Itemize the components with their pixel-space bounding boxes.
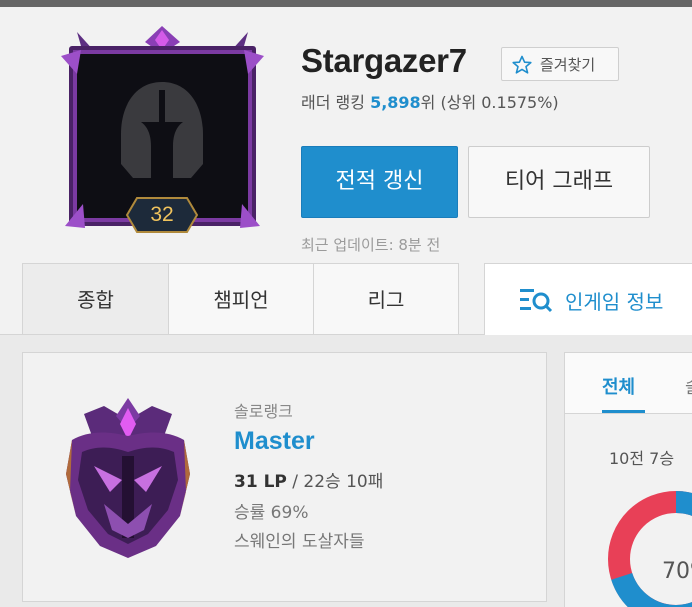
winrate-donut [608, 491, 692, 607]
ingame-info-label: 인게임 정보 [565, 290, 664, 314]
league-name: 스웨인의 도살자들 [234, 532, 365, 552]
master-emblem-icon [66, 398, 190, 558]
ladder-ranking: 래더 랭킹 5,898위 (상위 0.1575%) [301, 89, 559, 113]
recent-games-panel: 전체 솔 10전 7승 70% [564, 352, 692, 607]
profile-tabs: 종합 챔피언 리그 [22, 263, 459, 335]
ladder-rank[interactable]: 5,898 [370, 93, 421, 112]
tier-graph-button[interactable]: 티어 그래프 [468, 146, 650, 218]
league-points: 31 LP [234, 472, 287, 492]
tab-solo-games[interactable]: 솔 [685, 373, 692, 399]
tab-overview[interactable]: 종합 [22, 263, 168, 335]
tab-all-games[interactable]: 전체 [602, 373, 635, 399]
win-rate: 승률 69% [234, 503, 309, 523]
frame-inner [77, 54, 248, 218]
favorite-label: 즐겨찾기 [540, 56, 596, 74]
level-text: 32 [150, 203, 174, 226]
tab-league[interactable]: 리그 [313, 263, 459, 335]
search-list-icon [520, 289, 553, 313]
tier-name: Master [234, 427, 315, 455]
win-percentage: 70% [662, 559, 692, 584]
queue-label: 솔로랭크 [234, 402, 293, 421]
summoner-name: Stargazer7 [301, 42, 467, 79]
top-bar [0, 0, 692, 7]
ladder-suffix: 위 (상위 0.1575%) [420, 93, 559, 112]
lp-record: 31 LP / 22승 10패 [234, 467, 383, 492]
recent-summary: 10전 7승 [609, 449, 675, 468]
refresh-button[interactable]: 전적 갱신 [301, 146, 458, 218]
win-loss-record: / 22승 10패 [286, 472, 384, 492]
active-tab-indicator [602, 410, 645, 413]
star-icon [512, 55, 532, 74]
tab-champions[interactable]: 챔피언 [168, 263, 313, 335]
ladder-prefix: 래더 랭킹 [301, 93, 371, 112]
last-update: 최근 업데이트: 8분 전 [301, 236, 441, 254]
favorite-button[interactable]: 즐겨찾기 [501, 47, 619, 81]
ingame-info-button[interactable]: 인게임 정보 [484, 263, 692, 335]
